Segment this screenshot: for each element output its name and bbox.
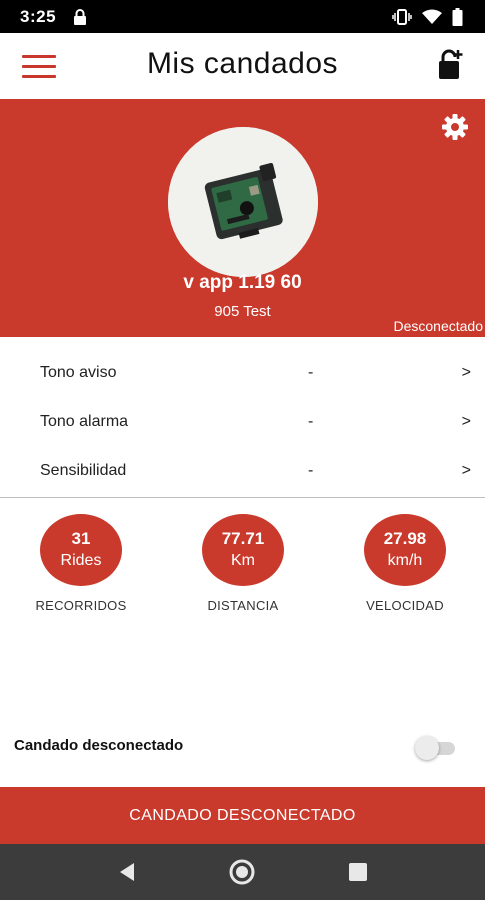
stat-unit: Rides bbox=[60, 552, 102, 569]
lock-connection-toggle[interactable] bbox=[415, 736, 459, 760]
device-header: v app 1.19 60 905 Test Desconectado bbox=[0, 99, 485, 337]
toggle-label: Candado desconectado bbox=[14, 737, 184, 754]
chevron-right-icon: > bbox=[461, 462, 471, 479]
connect-lock-button[interactable]: CANDADO DESCONECTADO bbox=[0, 787, 485, 844]
home-icon bbox=[229, 859, 255, 885]
chevron-right-icon: > bbox=[461, 364, 471, 381]
recents-icon bbox=[349, 863, 367, 881]
stat-unit: Km bbox=[231, 552, 255, 569]
setting-tono-alarma[interactable]: Tono alarma - > bbox=[0, 399, 485, 448]
stat-value: 77.71 bbox=[221, 529, 265, 548]
app-bar: Mis candados bbox=[0, 33, 485, 99]
setting-label: Tono aviso bbox=[40, 364, 117, 381]
gear-icon bbox=[442, 114, 468, 140]
status-time: 3:25 bbox=[20, 7, 57, 26]
chevron-right-icon: > bbox=[461, 413, 471, 430]
settings-list: Tono aviso - > Tono alarma - > Sensibili… bbox=[0, 350, 485, 497]
status-bar: 3:25 bbox=[0, 0, 485, 33]
home-button[interactable] bbox=[228, 858, 256, 886]
setting-value: - bbox=[308, 462, 314, 479]
stat-circle: 27.98 km/h bbox=[364, 514, 446, 586]
recents-button[interactable] bbox=[344, 858, 372, 886]
setting-value: - bbox=[308, 364, 314, 381]
stat-value: 27.98 bbox=[383, 529, 427, 548]
stat-value: 31 bbox=[71, 529, 91, 548]
divider bbox=[0, 497, 485, 498]
battery-icon bbox=[452, 8, 463, 31]
setting-tono-aviso[interactable]: Tono aviso - > bbox=[0, 350, 485, 399]
stat-caption: RECORRIDOS bbox=[35, 598, 127, 613]
page-title: Mis candados bbox=[146, 47, 339, 80]
device-name: v app 1.19 60 bbox=[183, 272, 302, 293]
add-lock-icon bbox=[439, 49, 463, 79]
lock-connection-row: Candado desconectado bbox=[0, 732, 485, 762]
setting-label: Tono alarma bbox=[40, 413, 129, 430]
stat-circle: 77.71 Km bbox=[202, 514, 284, 586]
connection-status: Desconectado bbox=[393, 318, 483, 334]
stat-caption: VELOCIDAD bbox=[366, 598, 444, 613]
lock-icon bbox=[73, 9, 87, 30]
back-icon bbox=[120, 863, 134, 881]
stat-velocidad: 27.98 km/h VELOCIDAD bbox=[330, 514, 480, 613]
setting-value: - bbox=[308, 413, 314, 430]
setting-label: Sensibilidad bbox=[40, 462, 127, 479]
back-button[interactable] bbox=[114, 858, 142, 886]
system-nav-bar bbox=[0, 844, 485, 900]
add-lock-button[interactable] bbox=[433, 47, 467, 83]
toggle-knob bbox=[415, 736, 439, 760]
settings-button[interactable] bbox=[441, 113, 469, 141]
stat-recorridos: 31 Rides RECORRIDOS bbox=[6, 514, 156, 613]
stat-circle: 31 Rides bbox=[40, 514, 122, 586]
vibrate-icon bbox=[392, 9, 412, 30]
stat-unit: km/h bbox=[387, 552, 423, 569]
setting-sensibilidad[interactable]: Sensibilidad - > bbox=[0, 448, 485, 497]
device-photo bbox=[168, 127, 318, 277]
stat-caption: DISTANCIA bbox=[207, 598, 279, 613]
wifi-icon bbox=[422, 9, 442, 30]
stat-distancia: 77.71 Km DISTANCIA bbox=[168, 514, 318, 613]
